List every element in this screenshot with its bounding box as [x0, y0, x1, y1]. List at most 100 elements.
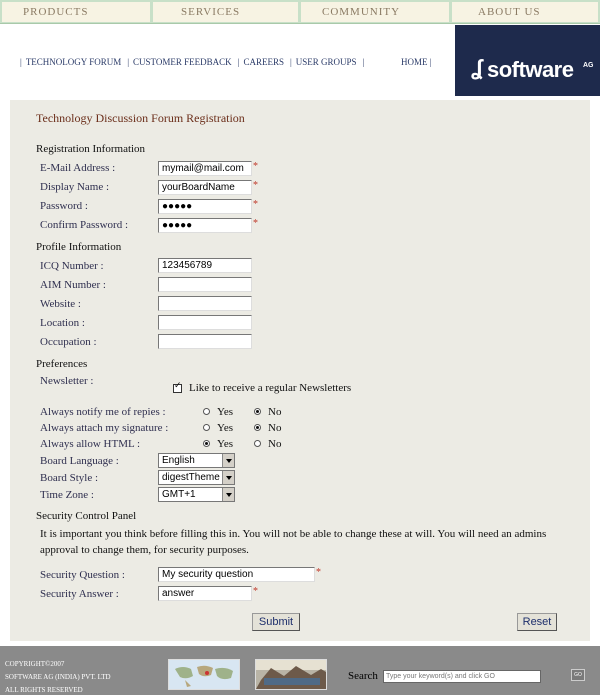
occupation-label: Occupation :: [40, 336, 97, 348]
building-photo-icon: [256, 660, 326, 689]
notify-no-radio[interactable]: [254, 408, 261, 415]
board-style-value: digestTheme: [162, 472, 220, 483]
board-style-select[interactable]: digestTheme: [158, 470, 235, 485]
top-nav: PRODUCTS SERVICES COMMUNITY ABOUT US: [0, 0, 600, 24]
security-answer-field[interactable]: answer: [158, 586, 252, 601]
required-mark: *: [253, 586, 258, 597]
aim-label: AIM Number :: [40, 279, 106, 291]
radio-label-no: No: [268, 406, 282, 418]
copyright-line: SOFTWARE AG (INDIA) PVT. LTD: [5, 673, 111, 681]
world-map-thumbnail[interactable]: [168, 659, 240, 690]
html-no-radio[interactable]: [254, 440, 261, 447]
footer: COPYRIGHT©2007 SOFTWARE AG (INDIA) PVT. …: [0, 646, 600, 695]
password-label: Password :: [40, 200, 88, 212]
time-zone-select[interactable]: GMT+1: [158, 487, 235, 502]
board-language-value: English: [162, 455, 195, 466]
chevron-down-icon[interactable]: [222, 471, 234, 484]
sub-nav: | TECHNOLOGY FORUM | CUSTOMER FEEDBACK | CARE…: [16, 57, 368, 67]
location-field[interactable]: [158, 315, 252, 330]
radio-label-yes: Yes: [217, 422, 234, 434]
photo-thumbnail[interactable]: [255, 659, 327, 690]
occupation-field[interactable]: [158, 334, 252, 349]
section-profile-heading: Profile Information: [36, 241, 122, 253]
software-ag-logo[interactable]: ʆ software AG: [455, 25, 600, 96]
display-name-label: Display Name :: [40, 181, 110, 193]
logo-wordmark: software: [487, 57, 574, 82]
home-link-wrap: HOME |: [401, 57, 432, 67]
world-map-icon: [169, 660, 239, 689]
board-style-label: Board Style :: [40, 472, 99, 484]
email-label: E-Mail Address :: [40, 162, 116, 174]
newsletter-label: Newsletter :: [40, 375, 94, 387]
confirm-password-field[interactable]: ●●●●●: [158, 218, 252, 233]
nav-divider: |: [362, 57, 365, 67]
logo-mark: ʆ: [471, 55, 483, 80]
chevron-down-icon[interactable]: [222, 454, 234, 467]
password-field[interactable]: ●●●●●: [158, 199, 252, 214]
radio-label-yes: Yes: [217, 406, 234, 418]
time-zone-label: Time Zone :: [40, 489, 94, 501]
email-field[interactable]: mymail@mail.com: [158, 161, 252, 176]
search-input[interactable]: Type your keyword(s) and click GO: [383, 670, 541, 683]
location-label: Location :: [40, 317, 85, 329]
board-language-select[interactable]: English: [158, 453, 235, 468]
required-mark: *: [253, 199, 258, 210]
reset-button[interactable]: Reset: [517, 613, 557, 631]
html-yes-radio[interactable]: [203, 440, 210, 447]
security-note: It is important you think before filling…: [40, 528, 547, 556]
website-field[interactable]: [158, 296, 252, 311]
icq-field[interactable]: 123456789: [158, 258, 252, 273]
tab-about-us[interactable]: ABOUT US: [452, 2, 598, 22]
time-zone-value: GMT+1: [162, 489, 196, 500]
attach-yes-radio[interactable]: [203, 424, 210, 431]
board-language-label: Board Language :: [40, 455, 119, 467]
required-mark: *: [316, 567, 321, 578]
submit-button[interactable]: Submit: [252, 613, 300, 631]
search-label: Search: [348, 670, 378, 682]
section-preferences-heading: Preferences: [36, 358, 88, 370]
tab-products[interactable]: PRODUCTS: [2, 2, 150, 22]
nav-divider: |: [237, 57, 240, 67]
radio-label-no: No: [268, 422, 282, 434]
page-title: Technology Discussion Forum Registration: [36, 111, 245, 125]
tab-community[interactable]: COMMUNITY: [301, 2, 449, 22]
security-answer-label: Security Answer :: [40, 588, 119, 600]
radio-label-no: No: [268, 438, 282, 450]
radio-label-yes: Yes: [217, 438, 234, 450]
nav-link-customer-feedback[interactable]: CUSTOMER FEEDBACK: [133, 57, 232, 67]
go-button[interactable]: GO: [571, 669, 585, 681]
aim-field[interactable]: [158, 277, 252, 292]
required-mark: *: [253, 180, 258, 191]
nav-divider: |: [20, 57, 22, 67]
nav-link-home[interactable]: HOME: [401, 57, 428, 67]
chevron-down-icon[interactable]: [222, 488, 234, 501]
newsletter-text: Like to receive a regular Newsletters: [189, 382, 352, 394]
copyright-line: COPYRIGHT©2007: [5, 660, 65, 668]
section-security-heading: Security Control Panel: [36, 510, 137, 522]
security-question-label: Security Question :: [40, 569, 125, 581]
attach-no-radio[interactable]: [254, 424, 261, 431]
section-registration-heading: Registration Information: [36, 143, 146, 155]
nav-link-user-groups[interactable]: USER GROUPS: [296, 57, 357, 67]
newsletter-checkbox[interactable]: [173, 381, 182, 393]
nav-link-careers[interactable]: CAREERS: [243, 57, 284, 67]
attach-signature-label: Always attach my signature :: [40, 422, 169, 434]
security-question-field[interactable]: My security question: [158, 567, 315, 582]
copyright: COPYRIGHT©2007 SOFTWARE AG (INDIA) PVT. …: [5, 658, 111, 695]
nav-link-technology-forum[interactable]: TECHNOLOGY FORUM: [26, 57, 121, 67]
notify-label: Always notify me of repies :: [40, 406, 166, 418]
required-mark: *: [253, 161, 258, 172]
website-label: Website :: [40, 298, 81, 310]
registration-panel: Technology Discussion Forum Registration…: [10, 100, 590, 641]
nav-divider: |: [289, 57, 292, 67]
confirm-password-label: Confirm Password :: [40, 219, 128, 231]
copyright-line: ALL RIGHTS RESERVED: [5, 686, 83, 694]
notify-yes-radio[interactable]: [203, 408, 210, 415]
logo-ag: AG: [583, 62, 594, 69]
allow-html-label: Always allow HTML :: [40, 438, 141, 450]
display-name-field[interactable]: yourBoardName: [158, 180, 252, 195]
tab-services[interactable]: SERVICES: [153, 2, 298, 22]
icq-label: ICQ Number :: [40, 260, 104, 272]
required-mark: *: [253, 218, 258, 229]
nav-divider: |: [127, 57, 130, 67]
